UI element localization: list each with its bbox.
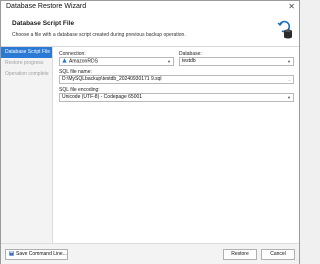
browse-button[interactable]: ...	[288, 76, 291, 83]
wizard-footer: Save Command Line... Restore Cancel ⋰	[1, 243, 299, 264]
step-operation-complete: Operation complete	[5, 71, 49, 77]
sql-file-encoding-value: Unicode (UTF-8) - Codepage 65001	[62, 94, 143, 100]
restore-button[interactable]: Restore	[223, 249, 257, 260]
amazon-rds-icon	[62, 58, 67, 63]
sql-file-encoding-select[interactable]: Unicode (UTF-8) - Codepage 65001 ▼	[59, 93, 294, 102]
save-command-line-button[interactable]: Save Command Line...	[5, 249, 68, 260]
restore-wizard-window: Database Restore Wizard ✕ Database Scrip…	[0, 0, 300, 264]
page-description: Choose a file with a database script cre…	[12, 32, 186, 38]
save-icon	[9, 250, 14, 256]
page-title: Database Script File	[12, 20, 75, 27]
chevron-down-icon: ▼	[287, 95, 291, 100]
wizard-steps-sidebar: Database Script File Restore progress Op…	[1, 47, 53, 243]
step-database-script-file[interactable]: Database Script File	[1, 47, 52, 58]
close-icon[interactable]: ✕	[288, 2, 295, 12]
title-bar: Database Restore Wizard ✕	[1, 1, 299, 15]
connection-select[interactable]: AmazonRDS ▼	[59, 57, 174, 66]
chevron-down-icon: ▼	[167, 59, 171, 64]
wizard-header: Database Script File Choose a file with …	[1, 15, 299, 46]
step-restore-progress: Restore progress	[5, 60, 44, 66]
sql-file-name-input[interactable]: D:\MySQLbackup\testdb_20240930171 9.sql …	[59, 75, 294, 84]
database-select[interactable]: testdb ▼	[179, 57, 294, 66]
chevron-down-icon: ▼	[287, 59, 291, 64]
cancel-button[interactable]: Cancel	[261, 249, 295, 260]
sql-file-name-value: D:\MySQLbackup\testdb_20240930171 9.sql	[62, 76, 162, 82]
save-command-line-label: Save Command Line...	[16, 251, 67, 257]
database-restore-icon	[277, 20, 292, 39]
resize-grip-icon[interactable]: ⋰	[294, 258, 298, 263]
window-title: Database Restore Wizard	[6, 3, 87, 10]
wizard-content: Connection: AmazonRDS ▼ Database: testdb…	[56, 47, 299, 243]
connection-value: AmazonRDS	[69, 58, 98, 65]
database-value: testdb	[182, 58, 196, 64]
